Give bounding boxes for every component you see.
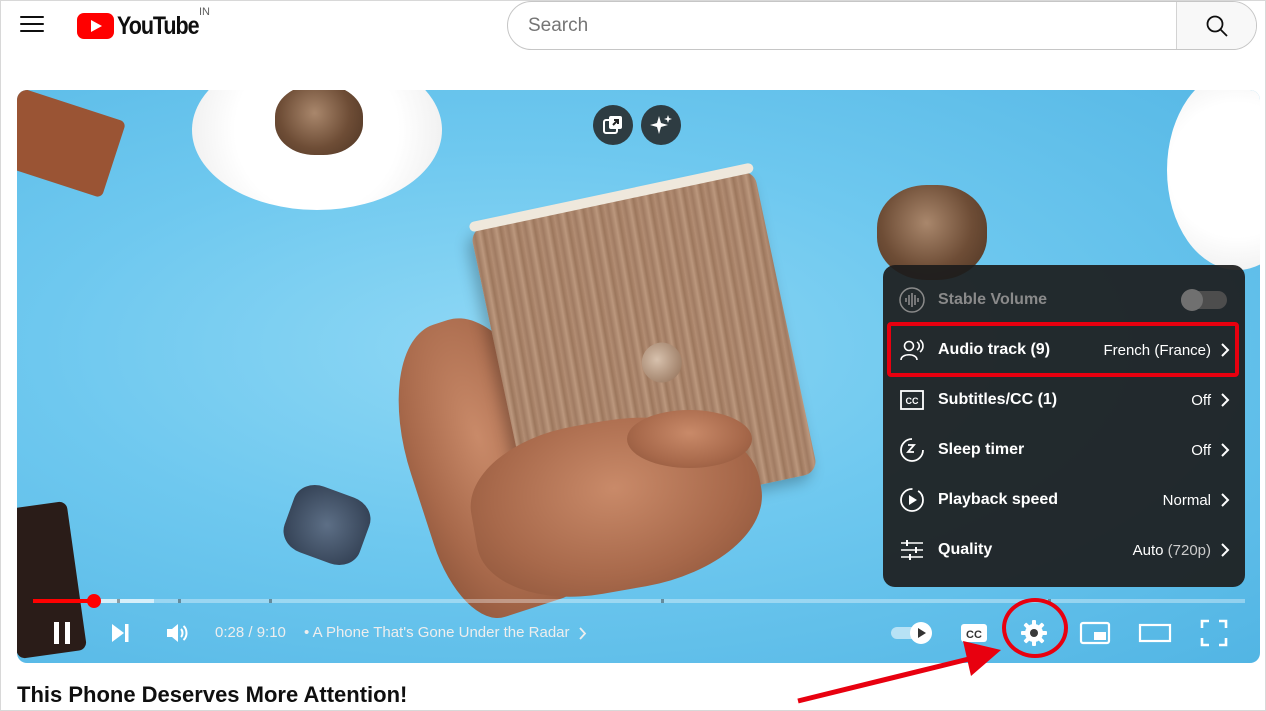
skip-next-icon (112, 624, 129, 642)
share-overlay-button[interactable] (593, 105, 633, 145)
quality-resolution: (720p) (1167, 541, 1211, 559)
menu-label: Subtitles/CC (1) (938, 391, 1058, 408)
pip-share-icon (603, 116, 622, 134)
logo-text: YouTube (117, 11, 200, 40)
audio-track-highlight-box (887, 322, 1239, 377)
chevron-right-icon (1221, 493, 1230, 507)
scrubber-handle[interactable] (86, 594, 101, 608)
pause-button[interactable] (47, 615, 77, 651)
chapter-title-text: A Phone That's Gone Under the Radar (312, 624, 570, 641)
menu-icon[interactable] (20, 13, 44, 35)
chevron-right-icon (1221, 443, 1230, 457)
pause-icon (54, 622, 70, 644)
chapter-marker (178, 599, 181, 603)
search-input[interactable] (508, 2, 1178, 49)
menu-item-sleep-timer[interactable]: Sleep timer Off (883, 425, 1245, 475)
fullscreen-button[interactable] (1197, 615, 1231, 651)
youtube-logo[interactable]: YouTube (77, 12, 212, 40)
volume-icon (167, 624, 188, 642)
autoplay-icon (891, 622, 932, 644)
menu-value: Auto (720p) (1133, 542, 1211, 559)
subtitles-icon: CC (900, 390, 924, 410)
country-code: IN (199, 6, 210, 18)
chapter-marker (269, 599, 272, 603)
search-bar (507, 1, 1257, 50)
miniplayer-button[interactable] (1077, 615, 1113, 651)
plate-right (1167, 90, 1260, 270)
settings-highlight-circle (1002, 598, 1068, 658)
menu-label: Stable Volume (938, 291, 1048, 308)
svg-text:CC: CC (966, 629, 982, 641)
autoplay-toggle[interactable] (887, 615, 937, 651)
phone-hinge (468, 162, 755, 233)
search-icon (1206, 15, 1228, 37)
playback-speed-icon (900, 488, 924, 512)
progress-played (33, 599, 94, 603)
page-frame: YouTube IN Search Stable Volume Audio tr… (0, 0, 1266, 711)
chapter-marker (661, 599, 664, 603)
menu-value: Normal (1162, 491, 1211, 509)
sleep-timer-icon (900, 438, 924, 462)
stable-volume-icon (899, 287, 925, 313)
stable-volume-toggle[interactable] (1181, 289, 1227, 311)
quality-value: Auto (1132, 541, 1164, 559)
theater-mode-button[interactable] (1136, 615, 1174, 651)
settings-menu: Stable Volume Audio track (9) French (Fr… (883, 265, 1245, 587)
svg-text:CC: CC (906, 396, 919, 406)
miniplayer-icon (1079, 621, 1111, 645)
fullscreen-icon (1200, 619, 1228, 647)
menu-value: Off (1191, 391, 1211, 409)
video-player[interactable]: Stable Volume Audio track (9) French (Fr… (17, 90, 1260, 663)
theater-icon (1138, 623, 1172, 643)
menu-value: Off (1191, 441, 1211, 459)
chapter-title[interactable]: • A Phone That's Gone Under the Radar (304, 624, 587, 641)
volume-button[interactable] (163, 615, 193, 651)
menu-item-stable-volume[interactable]: Stable Volume (883, 275, 1245, 325)
menu-item-subtitles[interactable]: CC Subtitles/CC (1) Off (883, 375, 1245, 425)
phone-camera (638, 338, 686, 387)
next-button[interactable] (105, 615, 135, 651)
quality-icon (901, 540, 923, 560)
binder-clip (277, 478, 377, 572)
cc-icon: CC (961, 624, 987, 642)
youtube-play-icon (77, 13, 114, 39)
ai-sparkle-button[interactable] (641, 105, 681, 145)
wallet-object (17, 90, 127, 199)
menu-item-quality[interactable]: Quality Auto (720p) (883, 525, 1245, 575)
chevron-right-icon (1221, 543, 1230, 557)
hand-thumb (627, 410, 752, 468)
menu-label: Quality (938, 541, 993, 558)
subtitles-button[interactable]: CC (957, 615, 991, 651)
menu-label: Playback speed (938, 491, 1059, 508)
progress-bar[interactable] (33, 594, 1245, 608)
search-button[interactable] (1176, 2, 1256, 49)
chevron-right-icon (579, 626, 586, 640)
time-display: 0:28 / 9:10 (215, 624, 286, 641)
sparkle-icon (650, 115, 672, 134)
chapter-marker (117, 599, 120, 603)
pinecone-left (275, 90, 363, 155)
menu-label: Sleep timer (938, 441, 1025, 458)
menu-item-playback-speed[interactable]: Playback speed Normal (883, 475, 1245, 525)
video-title: This Phone Deserves More Attention! (17, 682, 408, 707)
chevron-right-icon (1221, 393, 1230, 407)
